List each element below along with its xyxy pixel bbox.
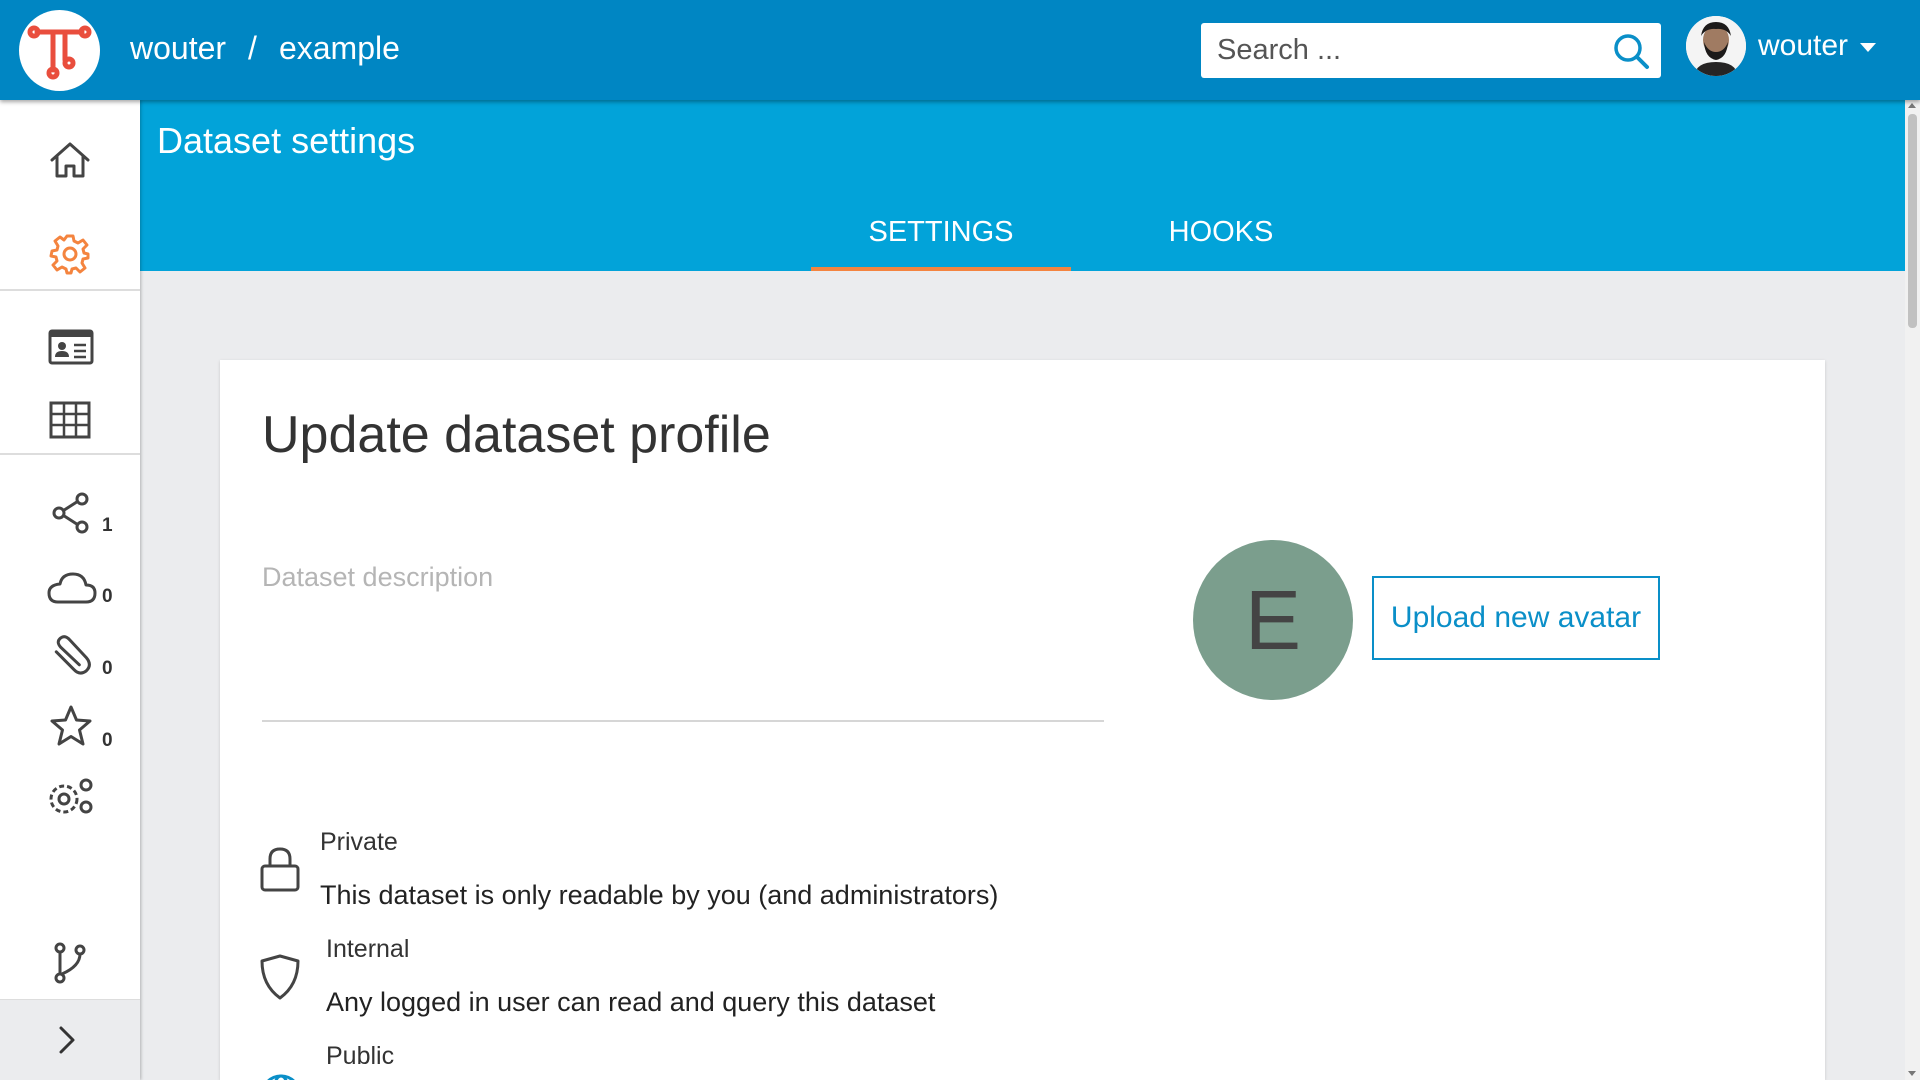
sidebar-item-home[interactable] <box>0 128 140 188</box>
gear-icon <box>49 234 90 275</box>
branch-icon <box>54 942 86 984</box>
lock-icon <box>260 847 300 892</box>
search-input[interactable] <box>1201 23 1601 78</box>
id-card-icon <box>48 329 94 365</box>
sidebar-expand-button[interactable] <box>0 999 140 1080</box>
caret-down-icon <box>1860 42 1877 52</box>
description-field[interactable] <box>262 550 1104 722</box>
dataset-profile-card: Update dataset profile E Upload new avat… <box>220 360 1825 1080</box>
search-icon[interactable] <box>1611 31 1651 71</box>
user-name: wouter <box>1758 29 1849 62</box>
sidebar-item-assets[interactable]: 0 <box>0 628 140 688</box>
breadcrumb-owner-link[interactable]: wouter <box>130 30 226 67</box>
dataset-avatar: E <box>1193 540 1353 700</box>
page-scrollbar[interactable] <box>1905 100 1920 1080</box>
scrollbar-thumb[interactable] <box>1908 114 1917 328</box>
paperclip-icon <box>54 635 91 675</box>
sidebar-item-services[interactable]: 0 <box>0 556 140 616</box>
shield-icon <box>260 954 300 1000</box>
access-label-internal: Internal <box>326 935 410 963</box>
scroll-down-arrow[interactable] <box>1908 1071 1916 1076</box>
user-menu[interactable]: wouter <box>1686 15 1877 77</box>
access-option-public[interactable]: Public <box>258 1042 1158 1080</box>
globe-icon <box>267 1074 295 1080</box>
share-count: 1 <box>102 515 113 536</box>
sidebar-item-info[interactable] <box>0 316 140 376</box>
table-icon <box>49 401 91 439</box>
access-option-private[interactable]: Private This dataset is only readable by… <box>258 828 1158 928</box>
user-avatar <box>1686 16 1746 76</box>
gears-icon <box>49 778 93 814</box>
breadcrumb: wouter / example <box>130 30 400 67</box>
sidebar-item-settings[interactable] <box>0 222 140 282</box>
sidebar: 1 0 0 0 <box>0 100 140 1080</box>
card-title: Update dataset profile <box>262 406 771 464</box>
access-label-public: Public <box>326 1042 395 1070</box>
page-header: Dataset settings SETTINGS HOOKS <box>140 100 1905 271</box>
upload-avatar-button[interactable]: Upload new avatar <box>1372 576 1660 660</box>
sidebar-item-share[interactable]: 1 <box>0 485 140 545</box>
breadcrumb-separator: / <box>248 30 257 66</box>
chevron-right-icon <box>59 1026 75 1054</box>
top-bar: wouter / example wouter <box>0 0 1920 100</box>
sidebar-item-stories[interactable]: 0 <box>0 700 140 760</box>
sidebar-item-graphs[interactable] <box>0 932 140 992</box>
sidebar-item-table[interactable] <box>0 388 140 448</box>
services-count: 0 <box>102 586 113 607</box>
tab-hooks[interactable]: HOOKS <box>1121 216 1321 271</box>
home-icon <box>50 142 90 178</box>
share-icon <box>52 492 89 534</box>
triply-logo-icon[interactable] <box>19 10 100 91</box>
scroll-up-arrow[interactable] <box>1908 103 1916 108</box>
access-desc-internal: Any logged in user can read and query th… <box>326 987 936 1017</box>
breadcrumb-dataset-link[interactable]: example <box>279 30 400 67</box>
access-label-private: Private <box>320 828 398 856</box>
cloud-icon <box>47 572 97 604</box>
search-box <box>1201 23 1661 78</box>
access-option-internal[interactable]: Internal Any logged in user can read and… <box>258 935 1158 1035</box>
access-desc-private: This dataset is only readable by you (an… <box>320 880 999 910</box>
tab-settings[interactable]: SETTINGS <box>811 216 1071 271</box>
page-title: Dataset settings <box>157 120 416 161</box>
stories-count: 0 <box>102 730 113 751</box>
star-icon <box>50 705 92 746</box>
assets-count: 0 <box>102 658 113 679</box>
sidebar-item-advanced[interactable] <box>0 765 140 825</box>
